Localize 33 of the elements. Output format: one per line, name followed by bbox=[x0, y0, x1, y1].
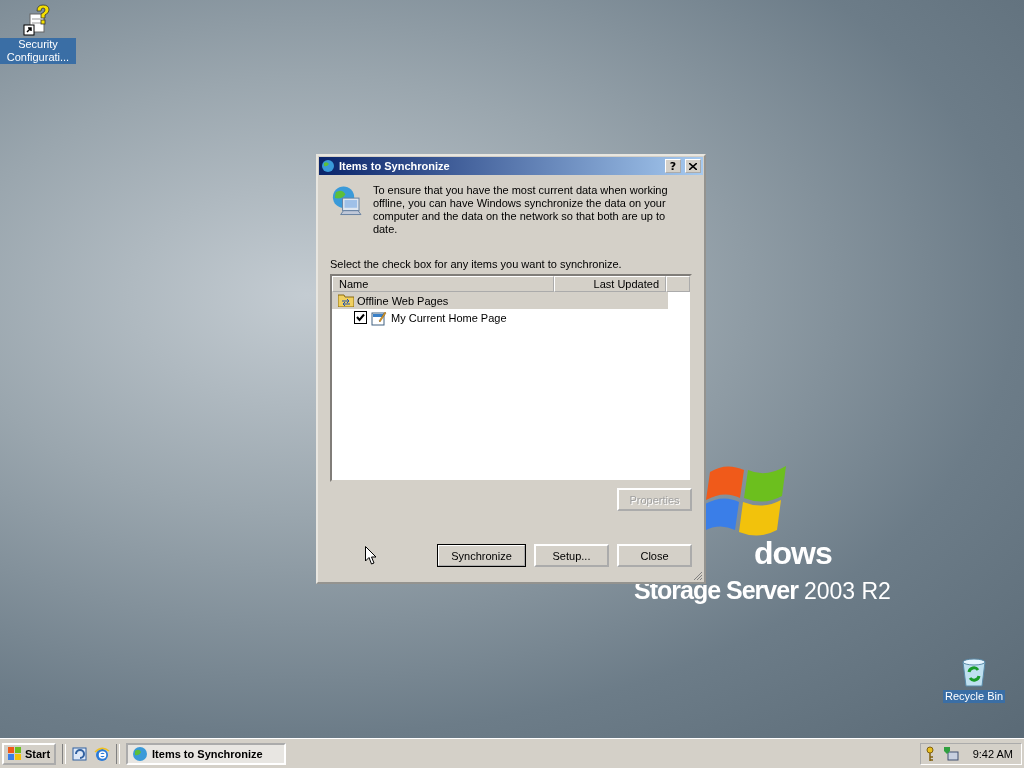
help-button[interactable]: ? bbox=[665, 159, 681, 173]
taskbar-task-button[interactable]: Items to Synchronize bbox=[126, 742, 287, 765]
column-header[interactable]: Name bbox=[332, 276, 554, 292]
item-name: My Current Home Page bbox=[391, 311, 507, 324]
wallpaper-logo-text: dows bbox=[754, 535, 832, 572]
intro-text: To ensure that you have the most current data when working offline, you can have Windows synchronize the data on your computer and the data on the network so that both are up to date. bbox=[372, 184, 669, 236]
desktop-icon-label[interactable]: Security Configurati... bbox=[0, 38, 76, 64]
clock: 9:42 AM bbox=[972, 747, 1013, 760]
wallpaper-version: 2003 R2 bbox=[803, 578, 891, 605]
close-icon bbox=[689, 162, 697, 170]
browser-e-icon[interactable] bbox=[94, 745, 111, 762]
window-title: Items to Synchronize bbox=[339, 160, 450, 172]
desktop-shortcut-icon[interactable] bbox=[72, 745, 89, 762]
globe-computer-icon bbox=[330, 184, 363, 218]
web-page-icon bbox=[371, 309, 387, 326]
instruction-text: Select the check box for any items you want to synchronize. bbox=[330, 258, 623, 270]
start-button[interactable]: Start bbox=[2, 742, 57, 765]
windows-flag-icon bbox=[8, 746, 22, 761]
column-header[interactable]: Last Updated bbox=[554, 276, 666, 292]
globe-icon bbox=[132, 745, 149, 762]
desktop-icon-label[interactable]: Recycle Bin bbox=[942, 690, 1006, 703]
group-name: Offline Web Pages bbox=[357, 294, 449, 307]
close-button[interactable] bbox=[685, 159, 701, 173]
dialog-button[interactable]: Synchronize bbox=[437, 544, 526, 567]
item-checkbox[interactable] bbox=[354, 311, 367, 324]
globe-computer-icon bbox=[321, 159, 335, 173]
dialog-button[interactable]: Setup... bbox=[534, 544, 609, 567]
group-row[interactable]: Offline Web Pages bbox=[332, 292, 668, 309]
wallpaper-product-name: Storage Server bbox=[634, 576, 798, 605]
dialog-button[interactable]: Close bbox=[617, 544, 692, 567]
mouse-pointer-icon bbox=[365, 546, 377, 565]
resize-grip-icon[interactable] bbox=[693, 571, 703, 581]
sync-folder-icon bbox=[338, 294, 354, 307]
